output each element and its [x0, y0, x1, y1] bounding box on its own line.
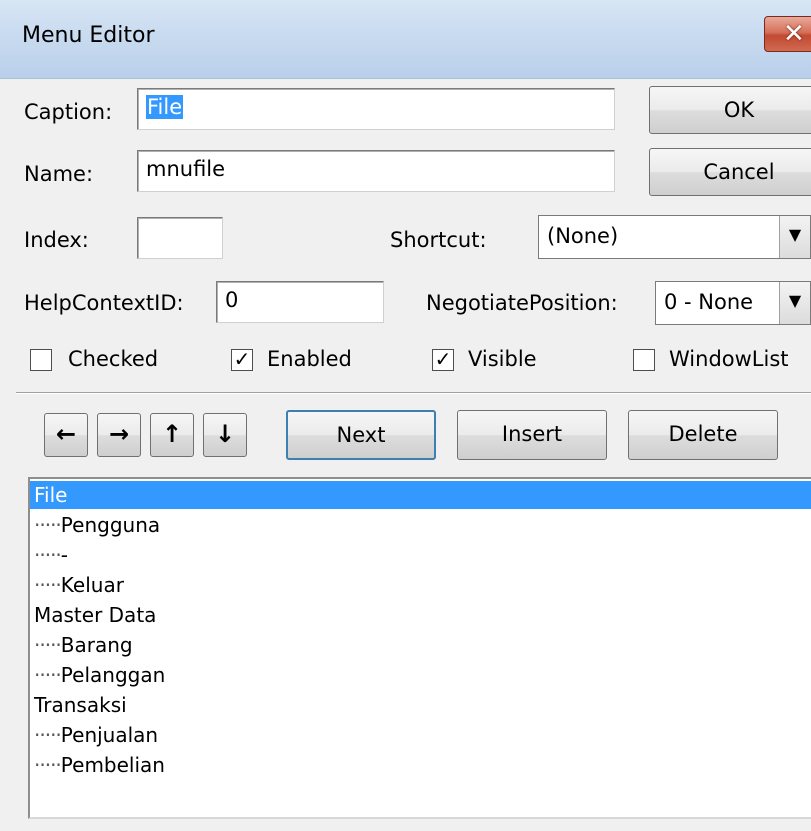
- indent-marker: ·····: [34, 513, 62, 537]
- delete-button-label: Delete: [668, 422, 738, 446]
- divider: [16, 392, 811, 394]
- arrow-right-icon: →: [108, 420, 130, 448]
- move-left-button[interactable]: ←: [44, 413, 88, 457]
- list-item-label: Master Data: [34, 603, 157, 627]
- list-item-label: File: [34, 483, 68, 507]
- windowlist-label[interactable]: WindowList: [669, 347, 789, 371]
- indent-marker: ·····: [34, 663, 62, 687]
- enabled-checkbox[interactable]: ✓: [231, 349, 253, 371]
- list-item[interactable]: ·····Pengguna: [34, 511, 160, 539]
- checkmark-icon: ✓: [434, 347, 452, 371]
- caption-label: Caption:: [24, 100, 112, 124]
- ok-button-label: OK: [723, 98, 755, 122]
- shortcut-label: Shortcut:: [390, 228, 487, 252]
- title-bar: Menu Editor ✕: [0, 0, 811, 79]
- shortcut-select[interactable]: (None) ▼: [538, 215, 811, 259]
- list-item[interactable]: ·····Pelanggan: [34, 661, 165, 689]
- list-item[interactable]: ·····Barang: [34, 631, 133, 659]
- caption-value: File: [146, 95, 184, 119]
- negotiateposition-label: NegotiatePosition:: [426, 291, 618, 315]
- move-down-button[interactable]: ↓: [203, 413, 247, 457]
- list-item[interactable]: Master Data: [34, 601, 156, 629]
- arrow-left-icon: ←: [55, 420, 77, 448]
- list-item-label: Pengguna: [60, 513, 161, 537]
- list-item-label: Barang: [60, 633, 133, 657]
- helpcontextid-input[interactable]: 0: [216, 281, 384, 323]
- next-button-label: Next: [336, 423, 386, 447]
- list-item[interactable]: ·····Pembelian: [34, 751, 165, 779]
- list-item-label: Keluar: [60, 573, 124, 597]
- enabled-label[interactable]: Enabled: [267, 347, 352, 371]
- arrow-down-icon: ↓: [214, 420, 236, 448]
- menu-items-list[interactable]: File ·····Pengguna ·····- ·····Keluar Master…: [28, 477, 811, 819]
- cancel-button[interactable]: Cancel: [649, 148, 811, 196]
- windowlist-checkbox[interactable]: [633, 349, 655, 371]
- delete-button[interactable]: Delete: [628, 410, 778, 460]
- checked-label[interactable]: Checked: [68, 347, 158, 371]
- list-item[interactable]: File: [30, 481, 811, 509]
- list-item[interactable]: ·····Penjualan: [34, 721, 158, 749]
- list-item-label: Pelanggan: [60, 663, 166, 687]
- name-input[interactable]: mnufile: [137, 150, 615, 192]
- negotiateposition-value: 0 - None: [664, 290, 754, 314]
- move-right-button[interactable]: →: [97, 413, 141, 457]
- move-up-button[interactable]: ↑: [150, 413, 194, 457]
- chevron-down-icon[interactable]: ▼: [779, 216, 810, 258]
- caption-input[interactable]: File: [137, 88, 615, 130]
- list-item[interactable]: ·····-: [34, 541, 68, 569]
- indent-marker: ·····: [34, 633, 62, 657]
- list-item-label: -: [60, 543, 69, 567]
- close-button[interactable]: ✕: [764, 16, 811, 52]
- list-item-label: Transaksi: [34, 693, 127, 717]
- list-item[interactable]: Transaksi: [34, 691, 127, 719]
- checked-checkbox[interactable]: [30, 349, 52, 371]
- visible-label[interactable]: Visible: [468, 347, 537, 371]
- insert-button[interactable]: Insert: [457, 410, 607, 460]
- list-item-label: Penjualan: [60, 723, 159, 747]
- indent-marker: ·····: [34, 543, 62, 567]
- indent-marker: ·····: [34, 723, 62, 747]
- visible-checkbox[interactable]: ✓: [432, 349, 454, 371]
- negotiateposition-select[interactable]: 0 - None ▼: [655, 281, 811, 325]
- shortcut-value: (None): [547, 224, 619, 248]
- indent-marker: ·····: [34, 573, 62, 597]
- name-label: Name:: [24, 162, 94, 186]
- index-input[interactable]: [137, 217, 223, 259]
- helpcontextid-value: 0: [225, 288, 239, 312]
- arrow-up-icon: ↑: [161, 420, 183, 448]
- list-item-label: Pembelian: [60, 753, 165, 777]
- close-icon: ✕: [783, 19, 805, 49]
- name-value: mnufile: [146, 157, 226, 181]
- caption-value-selected: File: [146, 95, 184, 119]
- ok-button[interactable]: OK: [649, 86, 811, 134]
- index-label: Index:: [24, 228, 89, 252]
- chevron-down-icon[interactable]: ▼: [779, 282, 810, 324]
- next-button[interactable]: Next: [286, 410, 436, 460]
- indent-marker: ·····: [34, 753, 62, 777]
- insert-button-label: Insert: [501, 422, 563, 446]
- checkmark-icon: ✓: [233, 347, 251, 371]
- cancel-button-label: Cancel: [703, 160, 775, 184]
- window-title: Menu Editor: [22, 23, 155, 48]
- list-item[interactable]: ·····Keluar: [34, 571, 124, 599]
- caption-label-text: Caption:: [24, 100, 113, 124]
- helpcontextid-label: HelpContextID:: [24, 291, 184, 315]
